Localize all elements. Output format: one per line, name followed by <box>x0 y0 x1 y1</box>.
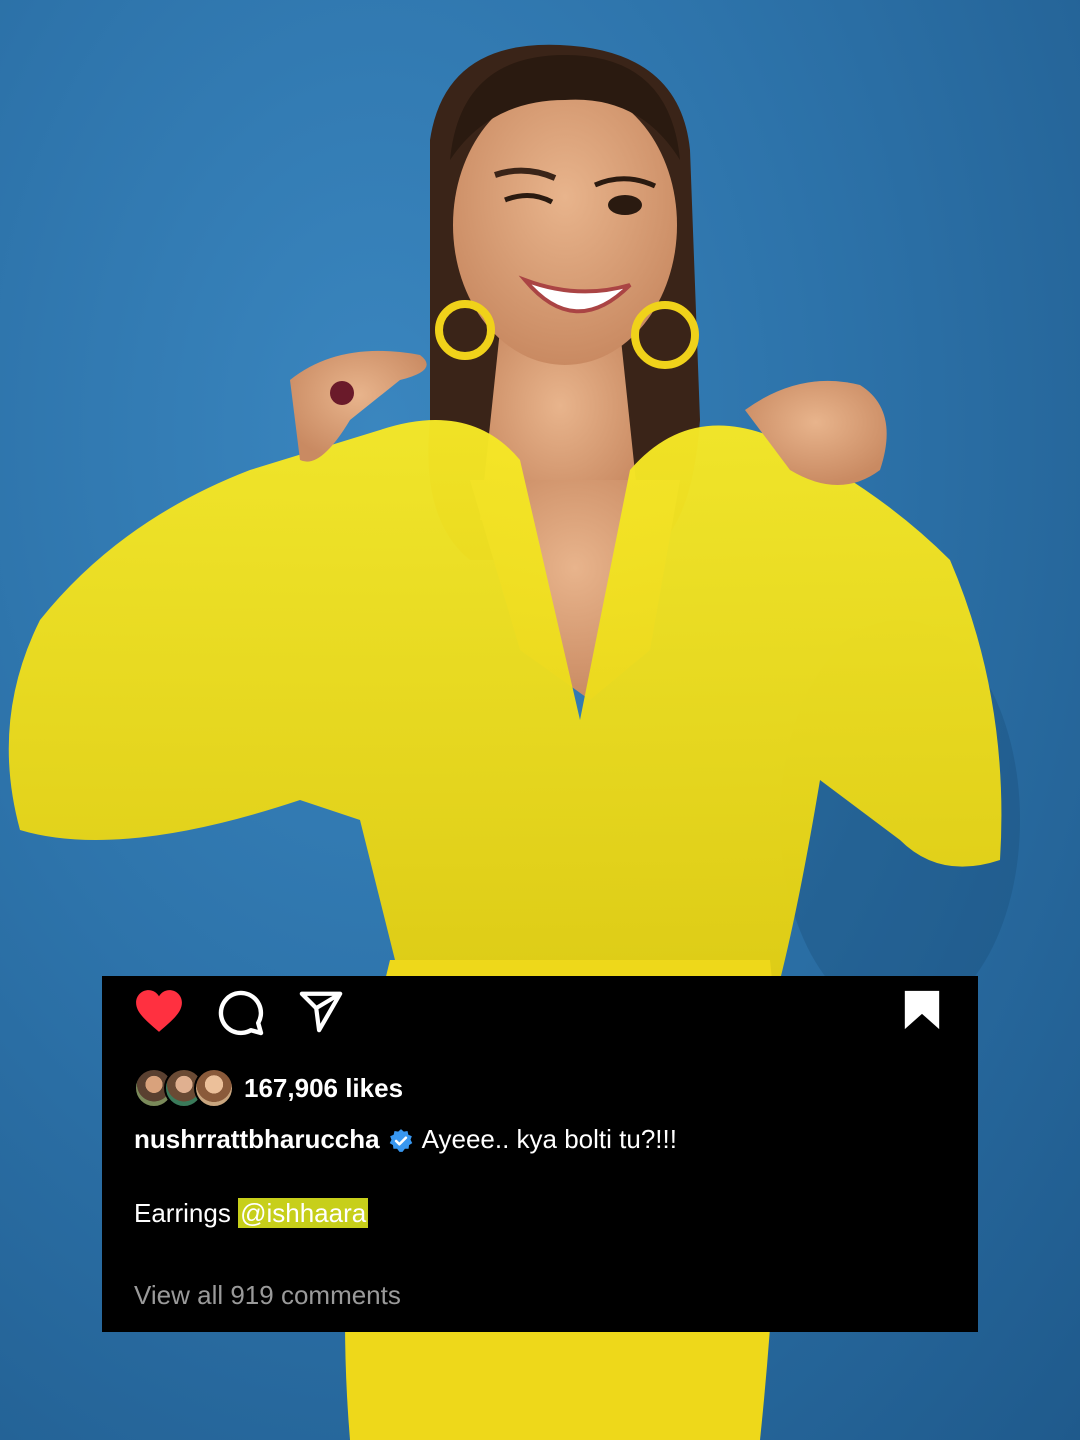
verified-badge-icon <box>389 1128 412 1152</box>
share-icon[interactable] <box>297 988 345 1034</box>
post-card: 167,906 likes nushrrattbharuccha Ayeee..… <box>102 976 978 1332</box>
mention-link[interactable]: @ishhaara <box>238 1198 369 1228</box>
comment-icon[interactable] <box>217 989 265 1037</box>
avatar <box>194 1068 234 1108</box>
earrings-label: Earrings <box>134 1198 231 1228</box>
username-link[interactable]: nushrrattbharuccha <box>134 1124 380 1155</box>
bookmark-icon[interactable] <box>902 989 942 1031</box>
likes-count[interactable]: 167,906 likes <box>244 1073 403 1104</box>
likes-row[interactable]: 167,906 likes <box>134 1066 403 1110</box>
caption-credit-line: Earrings @ishhaara <box>134 1198 369 1229</box>
caption-text: Ayeee.. kya bolti tu?!!! <box>421 1124 677 1154</box>
heart-icon[interactable] <box>134 988 184 1034</box>
view-comments-link[interactable]: View all 919 comments <box>134 1280 401 1311</box>
liker-avatars <box>134 1066 240 1110</box>
post-action-bar <box>102 976 978 1046</box>
caption: nushrrattbharuccha Ayeee.. kya bolti tu?… <box>134 1124 677 1155</box>
